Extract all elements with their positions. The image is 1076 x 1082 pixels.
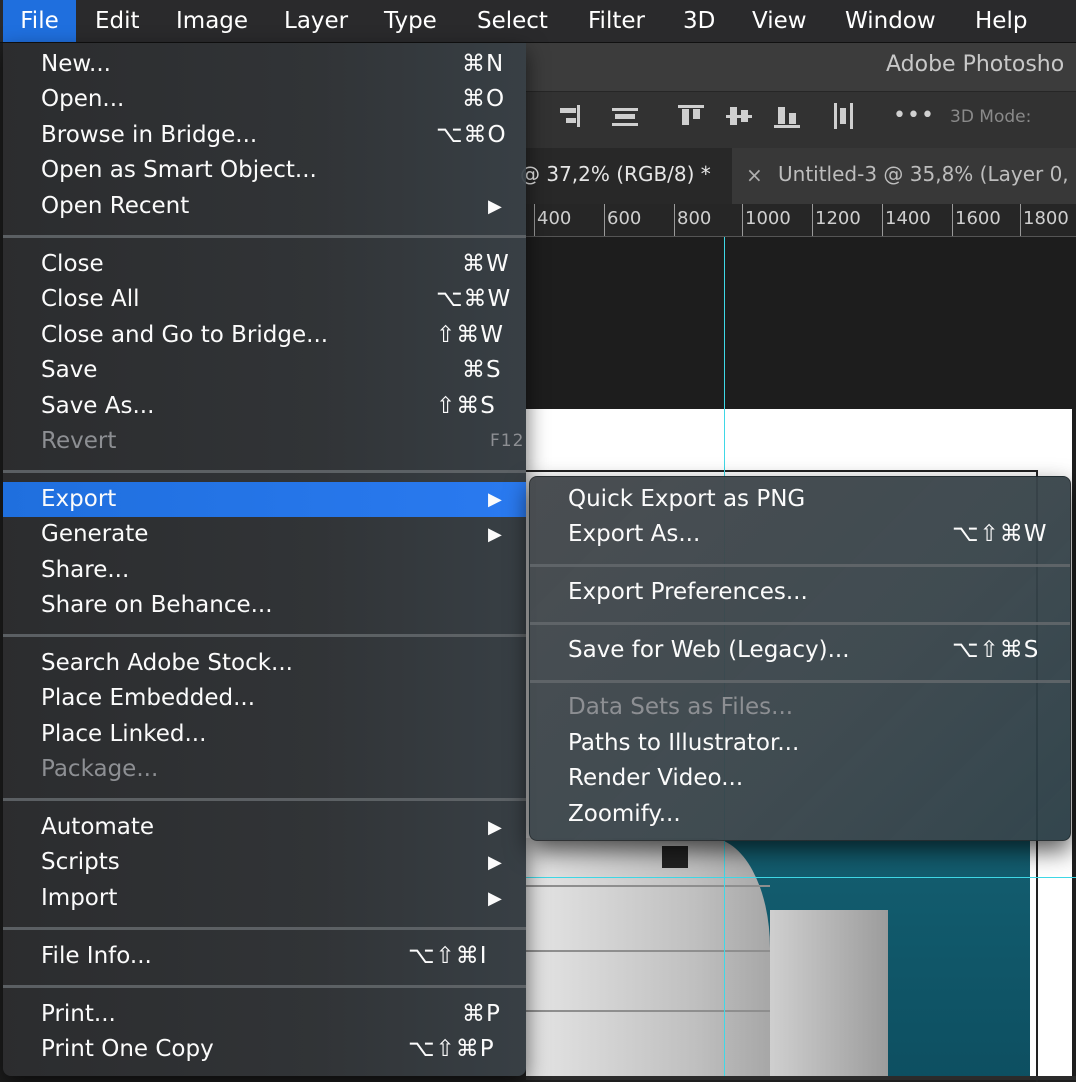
menu-view[interactable]: View xyxy=(752,0,807,42)
menu-item-export-preferences[interactable]: Export Preferences... xyxy=(530,575,1070,610)
distribute-horizontal-icon[interactable] xyxy=(830,103,856,129)
submenu-arrow-icon: ▶ xyxy=(488,489,502,510)
menu-edit[interactable]: Edit xyxy=(95,0,140,42)
menu-item-close-all[interactable]: Close All ⌥⌘W xyxy=(3,282,526,317)
pasteboard xyxy=(526,237,1076,409)
export-submenu: Quick Export as PNG Export As... ⌥⇧⌘W Exp… xyxy=(529,476,1071,841)
menu-separator xyxy=(3,634,526,637)
menu-separator xyxy=(530,622,1070,625)
menu-item-quick-export-as-png[interactable]: Quick Export as PNG xyxy=(530,482,1070,517)
menu-item-open-as-smart-object[interactable]: Open as Smart Object... xyxy=(3,153,526,188)
menu-item-export-as[interactable]: Export As... ⌥⇧⌘W xyxy=(530,517,1070,552)
app-title: Adobe Photosho xyxy=(886,52,1065,77)
align-right-icon[interactable] xyxy=(556,103,582,129)
document-tab-active[interactable]: @ 37,2% (RGB/8) * xyxy=(520,162,711,186)
menu-item-place-embedded[interactable]: Place Embedded... xyxy=(3,681,526,716)
ruler-label: 1400 xyxy=(885,208,931,229)
document-tab-label[interactable]: Untitled-3 @ 35,8% (Layer 0, xyxy=(778,162,1069,186)
menu-select[interactable]: Select xyxy=(477,0,548,42)
menu-separator xyxy=(3,235,526,238)
ruler-label: 400 xyxy=(537,208,572,229)
menu-separator xyxy=(3,798,526,801)
ruler-label: 1000 xyxy=(745,208,791,229)
3d-mode-label: 3D Mode: xyxy=(950,107,1032,127)
menu-item-scripts[interactable]: Scripts ▶ xyxy=(3,845,526,880)
menu-item-share[interactable]: Share... xyxy=(3,553,526,588)
ruler-label: 1800 xyxy=(1023,208,1069,229)
menu-item-close-and-go-to-bridge[interactable]: Close and Go to Bridge... ⇧⌘W xyxy=(3,318,526,353)
menu-item-share-on-behance[interactable]: Share on Behance... xyxy=(3,588,526,623)
submenu-arrow-icon: ▶ xyxy=(488,817,502,838)
file-menu-dropdown: New... ⌘N Open... ⌘O Browse in Bridge... ⌥⌘… xyxy=(3,43,526,1076)
ruler-label: 1600 xyxy=(955,208,1001,229)
menu-item-save[interactable]: Save ⌘S xyxy=(3,353,526,388)
ruler-label: 1200 xyxy=(815,208,861,229)
building-annex-image xyxy=(770,910,888,1080)
menu-type[interactable]: Type xyxy=(384,0,437,42)
align-top-edges-icon[interactable] xyxy=(678,103,704,129)
building-stripe xyxy=(526,950,770,952)
menu-separator xyxy=(3,470,526,473)
menu-3d[interactable]: 3D xyxy=(683,0,715,42)
menu-item-zoomify[interactable]: Zoomify... xyxy=(530,797,1070,832)
close-tab-icon[interactable]: × xyxy=(746,163,763,187)
ruler-label: 800 xyxy=(677,208,712,229)
building-image xyxy=(526,838,770,1080)
menu-bar: File Edit Image Layer Type Select Filter… xyxy=(0,0,1076,43)
submenu-arrow-icon: ▶ xyxy=(488,852,502,873)
horizontal-guide[interactable] xyxy=(526,877,1076,878)
menu-item-generate[interactable]: Generate ▶ xyxy=(3,517,526,552)
more-options-icon[interactable]: ••• xyxy=(893,103,935,128)
menu-item-print-one-copy[interactable]: Print One Copy ⌥⇧⌘P xyxy=(3,1032,526,1067)
menu-window[interactable]: Window xyxy=(845,0,936,42)
menu-item-close[interactable]: Close ⌘W xyxy=(3,247,526,282)
building-window xyxy=(662,846,688,868)
building-stripe xyxy=(526,1010,770,1012)
window-edge xyxy=(526,1076,1076,1080)
align-vertical-centers-icon[interactable] xyxy=(726,103,752,129)
menu-separator xyxy=(530,564,1070,567)
menu-item-search-adobe-stock[interactable]: Search Adobe Stock... xyxy=(3,646,526,681)
menu-item-import[interactable]: Import ▶ xyxy=(3,881,526,916)
menu-item-file-info[interactable]: File Info... ⌥⇧⌘I xyxy=(3,939,526,974)
menu-item-data-sets-as-files: Data Sets as Files... xyxy=(568,694,794,720)
menu-item-export[interactable]: Export ▶ xyxy=(3,482,526,517)
submenu-arrow-icon: ▶ xyxy=(488,888,502,909)
submenu-arrow-icon: ▶ xyxy=(488,524,502,545)
distribute-top-icon[interactable] xyxy=(612,103,638,129)
menu-help[interactable]: Help xyxy=(975,0,1027,42)
menu-item-place-linked[interactable]: Place Linked... xyxy=(3,717,526,752)
submenu-arrow-icon: ▶ xyxy=(488,196,502,217)
menu-item-print[interactable]: Print... ⌘P xyxy=(3,997,526,1032)
menu-separator xyxy=(530,680,1070,683)
align-bottom-edges-icon[interactable] xyxy=(774,103,800,129)
menu-item-package: Package... xyxy=(41,756,159,782)
menu-filter[interactable]: Filter xyxy=(588,0,645,42)
menu-item-open[interactable]: Open... ⌘O xyxy=(3,82,526,117)
menu-separator xyxy=(3,927,526,930)
menu-image[interactable]: Image xyxy=(176,0,248,42)
menu-item-open-recent[interactable]: Open Recent ▶ xyxy=(3,189,526,224)
ruler-label: 600 xyxy=(607,208,642,229)
menu-item-new[interactable]: New... ⌘N xyxy=(3,47,526,82)
menu-item-render-video[interactable]: Render Video... xyxy=(530,761,1070,796)
menu-item-save-as[interactable]: Save As... ⇧⌘S xyxy=(3,389,526,424)
menu-item-automate[interactable]: Automate ▶ xyxy=(3,810,526,845)
building-stripe xyxy=(526,885,770,887)
menu-item-paths-to-illustrator[interactable]: Paths to Illustrator... xyxy=(530,726,1070,761)
menu-item-browse-in-bridge[interactable]: Browse in Bridge... ⌥⌘O xyxy=(3,118,526,153)
menu-separator xyxy=(3,985,526,988)
menu-layer[interactable]: Layer xyxy=(284,0,348,42)
menu-item-save-for-web-legacy[interactable]: Save for Web (Legacy)... ⌥⇧⌘S xyxy=(530,633,1070,668)
menu-file[interactable]: File xyxy=(3,0,76,42)
menu-item-revert: Revert F12 xyxy=(41,428,525,454)
